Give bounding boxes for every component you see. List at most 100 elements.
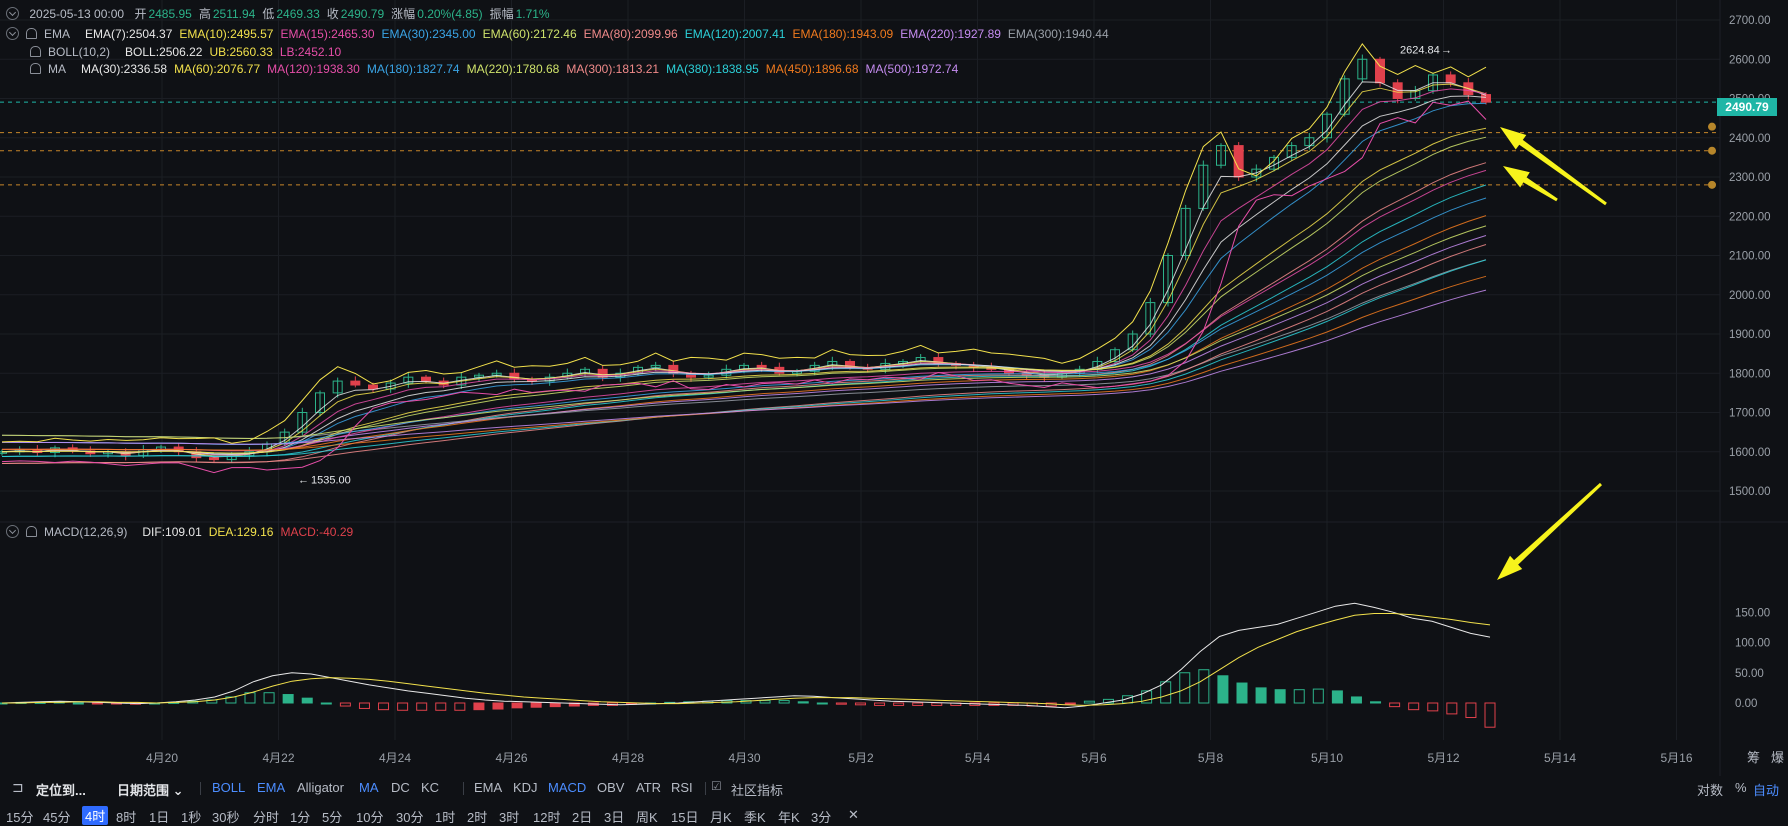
- timeframe-item[interactable]: 2日: [572, 807, 592, 826]
- toolbar-item[interactable]: Alligator: [297, 780, 344, 795]
- timeframe-item[interactable]: 1秒: [181, 807, 201, 826]
- x-tick-label: 4月20: [146, 751, 178, 765]
- collapse-icon[interactable]: [6, 525, 19, 538]
- macd-bar: [91, 702, 103, 705]
- alert-bell-icon[interactable]: [26, 28, 37, 39]
- toolbar-item[interactable]: 社区指标: [731, 780, 783, 799]
- ohlc-value: 2485.95: [148, 7, 192, 21]
- level-handle[interactable]: [1708, 146, 1716, 155]
- candle-body: [756, 364, 767, 368]
- axis-mode-item[interactable]: 自动: [1753, 780, 1779, 799]
- corner-tool[interactable]: 爆: [1771, 750, 1784, 765]
- y-tick-label: 1800.00: [1729, 368, 1771, 380]
- timeframe-item[interactable]: 年K: [778, 807, 800, 826]
- timeframe-item[interactable]: 15日: [671, 807, 698, 826]
- macd-y-tick-label: 0.00: [1735, 698, 1757, 710]
- macd-bar: [778, 700, 790, 704]
- alert-bell-icon[interactable]: [30, 46, 41, 57]
- boll-value: LB:2452.10: [279, 45, 342, 59]
- candle-body: [1445, 74, 1456, 84]
- timeframe-item[interactable]: ✕: [848, 807, 859, 823]
- timeframe-item[interactable]: 3时: [499, 807, 519, 826]
- timeframe-item[interactable]: 周K: [636, 807, 658, 826]
- toolbar-item[interactable]: KDJ: [513, 780, 538, 795]
- ema-value: EMA(300):1940.44: [1007, 27, 1109, 41]
- macd-line: [1, 602, 1491, 709]
- toolbar-item[interactable]: BOLL: [212, 780, 245, 795]
- chart-canvas[interactable]: 1500.00 1600.00 1700.00 1800.00 1900.00 2000.…: [0, 0, 1788, 776]
- timeframe-item[interactable]: 45分: [43, 807, 70, 826]
- macd-bar: [1484, 702, 1496, 728]
- toolbar-item[interactable]: OBV: [597, 780, 624, 795]
- toolbar-item[interactable]: ATR: [636, 780, 661, 795]
- timeframe-item[interactable]: 2时: [467, 807, 487, 826]
- ma-value: MA(120):1938.30: [267, 62, 360, 76]
- locate-icon[interactable]: ⊐: [12, 779, 24, 796]
- macd-bar: [1446, 702, 1458, 715]
- timeframe-item[interactable]: 1分: [290, 807, 310, 826]
- timeframe-item[interactable]: 4时: [82, 806, 109, 825]
- timeframe-item[interactable]: 10分: [356, 807, 383, 826]
- timeframe-item[interactable]: 30秒: [212, 807, 239, 826]
- toolbar-item[interactable]: EMA: [257, 780, 285, 795]
- level-handle[interactable]: [1708, 122, 1716, 131]
- toolbar-item[interactable]: DC: [391, 780, 410, 795]
- toolbar-item[interactable]: MACD: [548, 780, 586, 795]
- boll-value: BOLL:2506.22: [125, 45, 203, 59]
- axis-mode-item[interactable]: 对数: [1697, 780, 1723, 799]
- timeframe-item[interactable]: 分时: [253, 807, 279, 826]
- timeframe-item[interactable]: 3分: [811, 807, 831, 826]
- ma-value: MA(220):1780.68: [466, 62, 560, 76]
- alert-bell-icon[interactable]: [26, 526, 37, 537]
- timeframe-item[interactable]: 3日: [604, 807, 624, 826]
- timeframe-item[interactable]: 30分: [396, 807, 423, 826]
- corner-tool[interactable]: 筹: [1747, 750, 1760, 765]
- ma-title: MA: [48, 62, 66, 76]
- collapse-icon[interactable]: [6, 7, 19, 20]
- collapse-icon[interactable]: [6, 27, 19, 40]
- timeframe-item[interactable]: 15分: [6, 807, 33, 826]
- ma-value: MA(450):1896.68: [765, 62, 859, 76]
- alert-bell-icon[interactable]: [30, 63, 41, 74]
- toolbar-item[interactable]: KC: [421, 780, 439, 795]
- annotation-arrow[interactable]: [1500, 127, 1607, 206]
- macd-bar: [816, 702, 828, 705]
- macd-bar: [72, 702, 84, 705]
- community-icon[interactable]: ☑: [711, 779, 722, 793]
- amp-value: 1.71%: [515, 7, 550, 21]
- macd-bar: [1255, 687, 1267, 704]
- timeframe-item[interactable]: 1日: [149, 807, 169, 826]
- toolbar-item[interactable]: EMA: [474, 780, 502, 795]
- timeframe-item[interactable]: 季K: [744, 807, 766, 826]
- x-tick-label: 4月28: [612, 751, 644, 765]
- macd-bar: [1408, 702, 1420, 711]
- toolbar-item[interactable]: RSI: [671, 780, 693, 795]
- ema-legend: EMA EMA(7):2504.37 EMA(10):2495.57 EMA(15):…: [6, 26, 1123, 43]
- toolbar-item[interactable]: 日期范围 ⌄: [117, 780, 184, 799]
- ma-value: MA(30):2336.58: [81, 62, 168, 76]
- annotation-arrow[interactable]: [1503, 166, 1558, 202]
- ema-value: EMA(220):1927.89: [900, 27, 1001, 41]
- macd-bar: [320, 702, 332, 705]
- candles: [0, 54, 1491, 463]
- macd-bar: [1064, 702, 1076, 705]
- axis-mode-item[interactable]: %: [1735, 780, 1747, 795]
- toolbar-divider: [705, 782, 706, 795]
- toolbar-item[interactable]: MA: [359, 780, 379, 795]
- timeframe-item[interactable]: 月K: [710, 807, 732, 826]
- macd-bar: [931, 702, 943, 706]
- macd-bar: [473, 702, 485, 711]
- timeframe-item[interactable]: 12时: [533, 807, 560, 826]
- annotation-arrow[interactable]: [1497, 482, 1603, 580]
- level-handle[interactable]: [1708, 180, 1716, 189]
- ohlc-label: 低: [262, 7, 275, 21]
- candle-body: [421, 376, 431, 382]
- timeframe-item[interactable]: 8时: [116, 807, 136, 826]
- ohlc-value: 2511.94: [212, 7, 256, 21]
- toolbar-item[interactable]: 定位到...: [36, 780, 86, 799]
- timeframe-item[interactable]: 1时: [435, 807, 455, 826]
- candle-body: [368, 384, 378, 390]
- boll-title: BOLL(10,2): [48, 45, 111, 59]
- timeframe-item[interactable]: 5分: [322, 807, 342, 826]
- ema-value: EMA(30):2345.00: [381, 27, 476, 41]
